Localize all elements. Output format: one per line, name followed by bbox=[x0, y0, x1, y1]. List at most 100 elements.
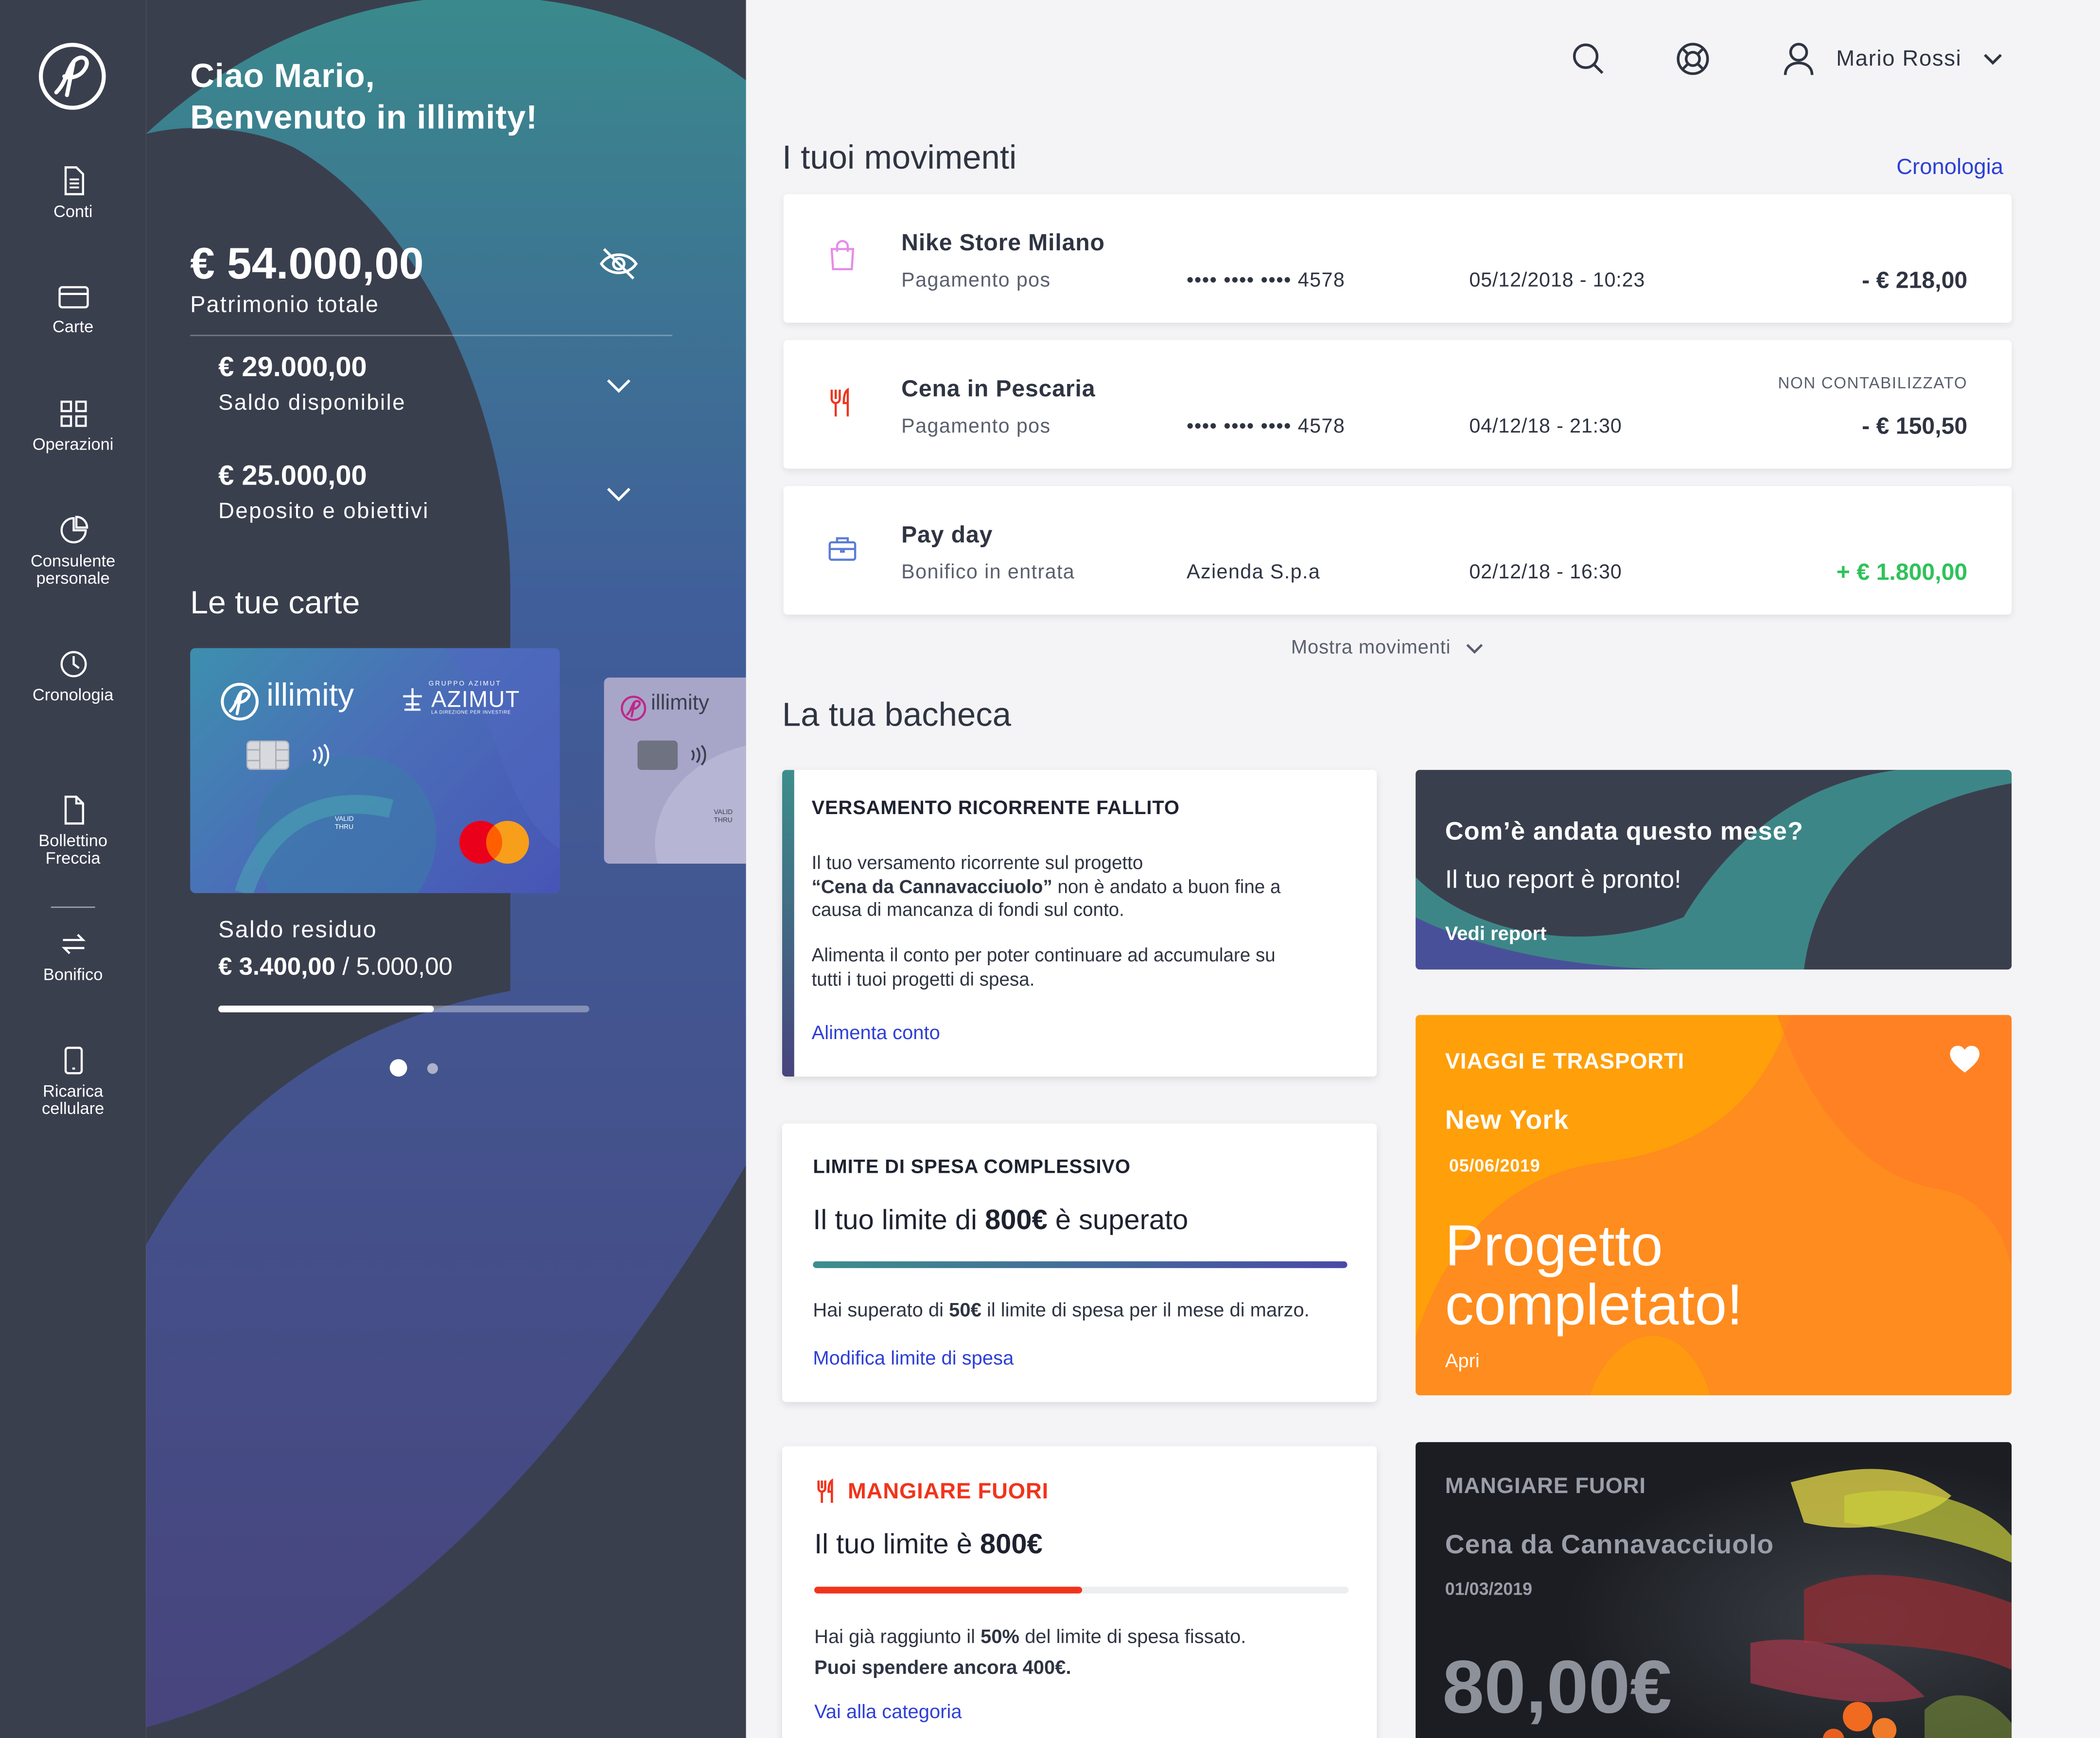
show-more-movements[interactable]: Mostra movimenti bbox=[1291, 637, 1484, 659]
text-amount: 50€ bbox=[949, 1300, 981, 1322]
card-title: MANGIARE FUORI bbox=[847, 1479, 1049, 1504]
movement-date: 02/12/18 - 16:30 bbox=[1469, 561, 1622, 584]
nav-ricarica[interactable]: Ricarica cellulare bbox=[0, 1046, 146, 1118]
text-line: Hai già raggiunto il bbox=[814, 1627, 981, 1649]
movement-counterpart: Azienda S.p.a bbox=[1187, 561, 1321, 584]
nav-label: Consulente bbox=[31, 552, 116, 571]
headline-text: Il tuo limite è bbox=[814, 1529, 980, 1560]
show-more-label: Mostra movimenti bbox=[1291, 637, 1451, 659]
text-line: non è andato a buon fine a bbox=[1052, 875, 1281, 897]
headline-amount: 800€ bbox=[985, 1205, 1048, 1236]
cutlery-icon bbox=[830, 387, 849, 417]
hide-balance-icon[interactable] bbox=[599, 245, 639, 282]
card-partner-tagline: LA DIREZIONE PER INVESTIRE bbox=[431, 710, 511, 715]
help-lifebuoy-icon[interactable] bbox=[1674, 40, 1712, 78]
spending-limit-card: LIMITE DI SPESA COMPLESSIVO Il tuo limit… bbox=[782, 1123, 1377, 1402]
chip-icon bbox=[637, 740, 678, 770]
text-percent: 50% bbox=[980, 1627, 1020, 1649]
residual-amount: € 3.400,00 bbox=[218, 952, 336, 980]
dinner-project-card[interactable]: MANGIARE FUORI Cena da Cannavacciuolo 01… bbox=[1416, 1442, 2012, 1738]
nav-consulente[interactable]: Consulente personale bbox=[0, 516, 146, 588]
report-title: Com’è andata questo mese? bbox=[1445, 818, 1804, 847]
movement-subtitle: Bonifico in entrata bbox=[901, 561, 1075, 584]
travel-project-card[interactable]: VIAGGI E TRASPORTI New York 05/06/2019 P… bbox=[1416, 1015, 2012, 1395]
cards-title: Le tue carte bbox=[190, 585, 360, 622]
nav-label: Conti bbox=[53, 202, 93, 221]
nav-cronologia[interactable]: Cronologia bbox=[0, 649, 146, 704]
movement-status: NON CONTABILIZZATO bbox=[1778, 373, 1968, 393]
alimenta-conto-link[interactable]: Alimenta conto bbox=[812, 1023, 940, 1044]
view-report-link[interactable]: Vedi report bbox=[1445, 924, 1547, 945]
movement-subtitle: Pagamento pos bbox=[901, 269, 1051, 292]
mastercard-logo bbox=[459, 820, 529, 864]
project-name: “Cena da Cannavacciuolo” bbox=[811, 875, 1052, 897]
nav-carte[interactable]: Carte bbox=[0, 284, 146, 336]
chevron-down-icon[interactable] bbox=[605, 486, 632, 502]
movement-counterpart: •••• •••• •••• 4578 bbox=[1187, 269, 1346, 292]
limit-progress bbox=[813, 1261, 1348, 1269]
file-icon bbox=[64, 796, 84, 825]
nav-label: personale bbox=[36, 569, 110, 588]
card-text: Alimenta il conto per poter continuare a… bbox=[812, 944, 1361, 991]
residual-label: Saldo residuo bbox=[218, 916, 378, 943]
dining-progress-fill bbox=[814, 1586, 1082, 1594]
greeting-line: Benvenuto in illimity! bbox=[190, 99, 538, 137]
movement-amount: + € 1.800,00 bbox=[1836, 558, 1968, 585]
illimity-logo[interactable] bbox=[37, 41, 107, 111]
side-nav: Conti Carte Operazioni Consulente person… bbox=[0, 0, 146, 1738]
payment-card-secondary[interactable]: illimity VALID THRU bbox=[604, 678, 746, 864]
residual-limit: / 5.000,00 bbox=[335, 952, 453, 980]
edit-limit-link[interactable]: Modifica limite di spesa bbox=[813, 1348, 1014, 1370]
contactless-icon bbox=[312, 744, 330, 767]
travel-date: 05/06/2019 bbox=[1449, 1155, 1540, 1176]
user-icon[interactable] bbox=[1781, 40, 1816, 78]
text-line: tutti i tuoi progetti di spesa. bbox=[811, 967, 1035, 989]
nav-bollettino[interactable]: Bollettino Freccia bbox=[0, 796, 146, 868]
carousel-dot[interactable] bbox=[427, 1063, 438, 1074]
card-valid-label: VALID THRU bbox=[714, 809, 733, 825]
payment-card[interactable]: illimity GRUPPO AZIMUT AZIMUT LA DIREZIO… bbox=[190, 648, 560, 893]
go-to-category-link[interactable]: Vai alla categoria bbox=[814, 1702, 962, 1723]
movement-amount: - € 218,00 bbox=[1862, 266, 1968, 294]
nav-label: Freccia bbox=[45, 849, 101, 868]
limit-headline: Il tuo limite di 800€ è superato bbox=[813, 1205, 1188, 1237]
nav-bonifico[interactable]: Bonifico bbox=[0, 929, 146, 984]
text-remaining: Puoi spendere ancora 400€. bbox=[814, 1657, 1071, 1679]
carousel-dot-active[interactable] bbox=[389, 1059, 407, 1077]
heart-icon[interactable] bbox=[1949, 1044, 1981, 1074]
azimut-emblem-icon bbox=[403, 688, 422, 711]
open-project-link[interactable]: Apri bbox=[1445, 1351, 1480, 1373]
text-line: Il tuo versamento ricorrente sul progett… bbox=[811, 852, 1143, 873]
text-line: Alimenta il conto per poter continuare a… bbox=[811, 944, 1276, 966]
contactless-icon bbox=[691, 745, 706, 766]
headline-line: Progetto bbox=[1445, 1214, 1663, 1279]
illimity-logo bbox=[221, 682, 259, 721]
user-name[interactable]: Mario Rossi bbox=[1836, 47, 1961, 72]
headline-line: completato! bbox=[1445, 1273, 1743, 1338]
movement-row[interactable]: Pay day Bonifico in entrata Azienda S.p.… bbox=[783, 486, 2012, 615]
transfer-icon bbox=[61, 934, 85, 955]
monthly-report-card[interactable]: Com’è andata questo mese? Il tuo report … bbox=[1416, 770, 2012, 970]
chevron-down-icon[interactable] bbox=[605, 378, 632, 394]
nav-operazioni[interactable]: Operazioni bbox=[0, 399, 146, 454]
history-link[interactable]: Cronologia bbox=[1896, 156, 2003, 181]
movement-title: Nike Store Milano bbox=[901, 229, 1105, 256]
nav-conti[interactable]: Conti bbox=[0, 166, 146, 221]
illimity-logo bbox=[621, 695, 647, 721]
nav-separator bbox=[51, 906, 95, 908]
nav-label: Operazioni bbox=[32, 435, 114, 454]
headline-text: Il tuo limite di bbox=[813, 1205, 985, 1236]
chevron-down-icon[interactable] bbox=[1982, 52, 2004, 66]
residual-progress bbox=[218, 1006, 590, 1012]
dinner-date: 01/03/2019 bbox=[1445, 1579, 1533, 1599]
card-brand: illimity bbox=[650, 692, 709, 715]
dinner-amount: 80,00€ bbox=[1442, 1644, 1672, 1729]
travel-headline: Progetto completato! bbox=[1445, 1217, 1743, 1335]
nav-label: Bonifico bbox=[43, 965, 103, 984]
nav-label: cellulare bbox=[42, 1099, 105, 1118]
movement-row[interactable]: Cena in Pescaria Pagamento pos •••• ••••… bbox=[783, 340, 2012, 469]
residual-progress-fill bbox=[218, 1006, 434, 1012]
search-icon[interactable] bbox=[1571, 41, 1606, 76]
nav-label: Carte bbox=[52, 317, 94, 336]
movement-row[interactable]: Nike Store Milano Pagamento pos •••• •••… bbox=[783, 194, 2012, 323]
